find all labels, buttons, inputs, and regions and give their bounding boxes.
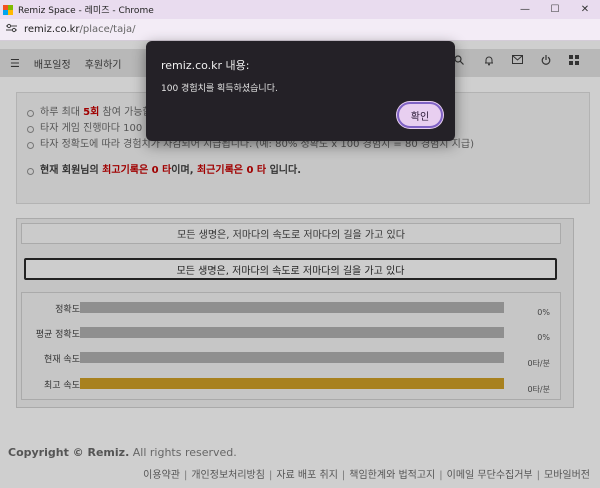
footer-copyright: Copyright © Remiz. All rights reserved. (8, 446, 237, 459)
stat-avg-accuracy: 평균 정확도 0% (22, 326, 562, 342)
address-bar[interactable]: remiz.co.kr/place/taja/ (0, 19, 600, 41)
stat-label: 평균 정확도 (35, 330, 80, 340)
footer-link-legal[interactable]: 책임한계와 법적고지 (349, 470, 435, 481)
nav-item-schedule[interactable]: 배포일정 (34, 56, 71, 71)
footer-link-no-email[interactable]: 이메일 무단수집거부 (447, 470, 533, 481)
grid-icon[interactable] (569, 55, 579, 68)
stat-bar (80, 302, 504, 313)
mail-icon[interactable] (512, 55, 523, 67)
footer-link-mobile[interactable]: 모바일버전 (544, 470, 590, 481)
bell-icon[interactable] (484, 55, 494, 69)
footer-link-distribution[interactable]: 자료 배포 취지 (276, 470, 338, 481)
alert-dialog: remiz.co.kr 내용: 100 경험치를 획득하셨습니다. 확인 (146, 41, 455, 141)
stat-label: 현재 속도 (44, 355, 80, 365)
site-settings-icon[interactable] (6, 23, 18, 36)
stat-bar-fill (80, 378, 504, 389)
stat-bar (80, 352, 504, 363)
stat-label: 최고 속도 (44, 381, 80, 391)
target-sentence: 모든 생명은, 저마다의 속도로 저마다의 길을 가고 있다 (21, 223, 561, 244)
footer-link-terms[interactable]: 이용약관 (143, 470, 180, 481)
stat-value: 0% (537, 333, 550, 342)
power-icon[interactable] (541, 55, 551, 68)
app-logo-icon (3, 4, 13, 15)
minimize-button[interactable]: — (510, 0, 540, 19)
stat-label: 정확도 (55, 305, 80, 315)
stat-accuracy: 정확도 0% (22, 301, 562, 317)
typing-input[interactable]: 모든 생명은, 저마다의 속도로 저마다의 길을 가고 있다 (24, 258, 557, 280)
record-summary: 현재 회원님의 최고기록은 0 타이며, 최근기록은 0 타 입니다. (27, 163, 579, 179)
stat-best-speed: 최고 속도 0타/분 (22, 377, 562, 394)
close-button[interactable]: ✕ (570, 0, 600, 19)
stat-value: 0% (537, 308, 550, 317)
search-icon[interactable] (454, 55, 464, 68)
footer-links: 이용약관 | 개인정보처리방침 | 자료 배포 취지 | 책임한계와 법적고지 | 이메일 무단… (143, 470, 590, 481)
stat-bar (80, 378, 504, 389)
maximize-button[interactable]: ☐ (540, 0, 570, 19)
ok-button[interactable]: 확인 (397, 102, 443, 128)
hamburger-icon[interactable]: ☰ (10, 57, 20, 70)
stat-value: 0타/분 (527, 359, 550, 368)
typing-game-panel: 모든 생명은, 저마다의 속도로 저마다의 길을 가고 있다 모든 생명은, 저… (16, 218, 574, 408)
dialog-message: 100 경험치를 획득하셨습니다. (161, 84, 278, 94)
dialog-title: remiz.co.kr 내용: (161, 59, 250, 72)
window-title: Remiz Space - 레미즈 - Chrome (18, 6, 154, 16)
stat-bar (80, 327, 504, 338)
stats-box: 정확도 0% 평균 정확도 0% 현재 속도 0타/분 최고 속도 0타/분 (21, 292, 561, 400)
nav-item-donate[interactable]: 후원하기 (85, 56, 122, 71)
footer-link-privacy[interactable]: 개인정보처리방침 (191, 470, 265, 481)
stat-current-speed: 현재 속도 0타/분 (22, 351, 562, 368)
url-text[interactable]: remiz.co.kr/place/taja/ (24, 24, 135, 35)
stat-value: 0타/분 (527, 385, 550, 394)
